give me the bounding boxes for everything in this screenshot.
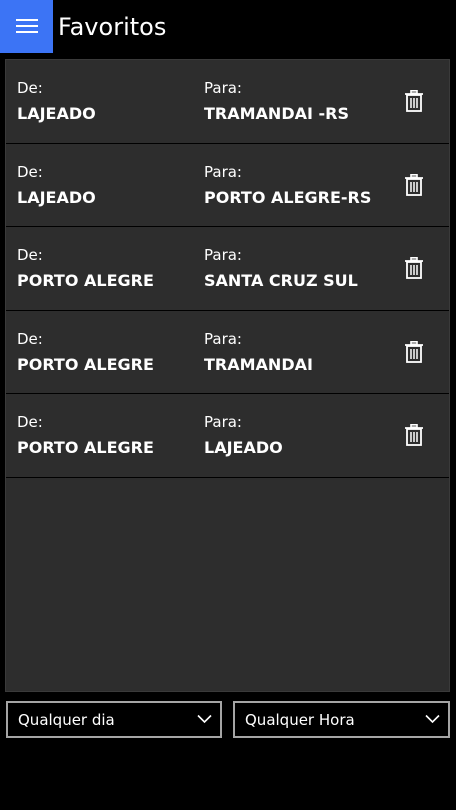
favorite-item[interactable]: De: PORTO ALEGRE Para: TRAMANDAI [6, 311, 449, 394]
to-value: LAJEADO [204, 438, 283, 457]
menu-button[interactable] [0, 0, 53, 53]
trash-icon[interactable] [405, 257, 423, 279]
day-select-value: Qualquer dia [18, 710, 115, 729]
chevron-down-icon [425, 714, 440, 724]
to-label: Para: [204, 79, 242, 97]
to-label: Para: [204, 329, 242, 348]
favorites-panel: De: LAJEADO Para: TRAMANDAI -RS De: LAJE… [5, 59, 450, 692]
trash-icon[interactable] [405, 424, 423, 446]
from-label: De: [17, 413, 43, 431]
to-label: Para: [204, 162, 242, 181]
from-label: De: [17, 246, 43, 264]
from-label: De: [17, 79, 43, 97]
hour-select[interactable]: Qualquer Hora [233, 701, 450, 738]
to-value: SANTA CRUZ SUL [204, 271, 358, 290]
favorite-item[interactable]: De: PORTO ALEGRE Para: LAJEADO [6, 394, 449, 478]
from-value: LAJEADO [17, 187, 96, 207]
to-label: Para: [204, 246, 242, 264]
from-label: De: [17, 162, 43, 181]
to-value: PORTO ALEGRE-RS [204, 187, 372, 207]
from-value: PORTO ALEGRE [17, 438, 154, 457]
favorite-item[interactable]: De: LAJEADO Para: PORTO ALEGRE-RS [6, 144, 449, 227]
to-value: TRAMANDAI [204, 354, 313, 374]
favorite-item[interactable]: De: LAJEADO Para: TRAMANDAI -RS [6, 60, 449, 144]
day-select[interactable]: Qualquer dia [6, 701, 222, 738]
to-label: Para: [204, 413, 242, 431]
favorite-item[interactable]: De: PORTO ALEGRE Para: SANTA CRUZ SUL [6, 227, 449, 311]
trash-icon[interactable] [405, 173, 423, 196]
to-value: TRAMANDAI -RS [204, 104, 349, 123]
hour-select-value: Qualquer Hora [245, 710, 355, 729]
page-title: Favoritos [58, 13, 167, 41]
from-label: De: [17, 329, 43, 348]
from-value: LAJEADO [17, 104, 96, 123]
trash-icon[interactable] [405, 340, 423, 363]
trash-icon[interactable] [405, 90, 423, 112]
chevron-down-icon [197, 714, 212, 724]
from-value: PORTO ALEGRE [17, 354, 154, 374]
favorites-list: De: LAJEADO Para: TRAMANDAI -RS De: LAJE… [6, 60, 449, 478]
from-value: PORTO ALEGRE [17, 271, 154, 290]
filter-bar: Qualquer dia Qualquer Hora [5, 701, 451, 739]
hamburger-icon [15, 19, 38, 34]
